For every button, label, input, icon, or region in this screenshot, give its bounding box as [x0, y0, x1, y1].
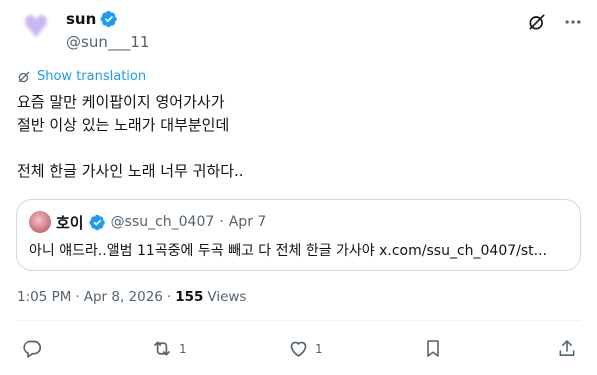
like-count: 1	[315, 341, 323, 356]
quoted-author-avatar[interactable]	[29, 211, 51, 233]
tweet-time[interactable]: 1:05 PM	[17, 289, 71, 305]
tweet-meta: 1:05 PM · Apr 8, 2026 · 155 Views	[17, 289, 246, 305]
tweet-text-line: 절반 이상 있는 노래가 대부분인데	[17, 116, 230, 134]
meta-separator: ·	[75, 289, 80, 305]
translate-icon	[18, 71, 30, 82]
tweet-text: 요즘 말만 케이팝이지 영어가사가 절반 이상 있는 노래가 대부분인데 전체 …	[17, 91, 577, 183]
purple-heart-icon: ♥	[22, 10, 50, 45]
tweet-text-line: 전체 한글 가사인 노래 너무 귀하다..	[17, 162, 244, 180]
tweet-date[interactable]: Apr 8, 2026	[84, 289, 163, 305]
tweet-text-line	[17, 137, 577, 160]
reply-icon	[23, 340, 42, 358]
views-label: Views	[207, 289, 247, 305]
grok-icon[interactable]	[527, 12, 547, 32]
quoted-date[interactable]: Apr 7	[229, 214, 267, 230]
quoted-tweet-text: 아니 얘드라..앨범 11곡중에 두곡 빼고 다 전체 한글 가사야 x.com…	[29, 243, 547, 259]
share-button[interactable]	[557, 338, 577, 359]
bookmark-button[interactable]	[423, 338, 443, 359]
author-handle[interactable]: @sun___11	[66, 33, 149, 51]
quoted-tweet-header: 호이 @ssu_ch_0407 · Apr 7	[29, 211, 266, 233]
views-count: 155	[175, 289, 204, 305]
more-icon[interactable]	[563, 12, 583, 32]
author-name-row: sun	[66, 10, 118, 28]
tweet-text-line: 요즘 말만 케이팝이지 영어가사가	[17, 93, 225, 111]
show-translation-label[interactable]: Show translation	[37, 69, 146, 84]
like-button[interactable]: 1	[288, 338, 323, 359]
meta-separator: ·	[166, 289, 172, 305]
retweet-icon	[154, 341, 170, 356]
bookmark-icon	[427, 340, 439, 357]
verified-icon	[100, 10, 118, 28]
retweet-button[interactable]: 1	[151, 338, 187, 359]
retweet-count: 1	[179, 341, 187, 356]
quoted-author-name[interactable]: 호이	[56, 212, 84, 233]
tweet-top-actions	[527, 12, 583, 32]
quoted-author-handle[interactable]: @ssu_ch_0407	[111, 214, 215, 230]
author-avatar[interactable]: ♥	[16, 8, 56, 48]
reply-button[interactable]	[21, 338, 48, 359]
quoted-separator: ·	[219, 214, 224, 230]
like-icon	[290, 341, 307, 357]
share-icon	[559, 340, 575, 356]
author-display-name[interactable]: sun	[66, 10, 96, 28]
action-divider	[16, 320, 581, 321]
verified-icon	[89, 214, 105, 230]
show-translation[interactable]: Show translation	[17, 69, 146, 84]
quoted-tweet[interactable]: 호이 @ssu_ch_0407 · Apr 7 아니 얘드라..앨범 11곡중에…	[16, 199, 581, 271]
